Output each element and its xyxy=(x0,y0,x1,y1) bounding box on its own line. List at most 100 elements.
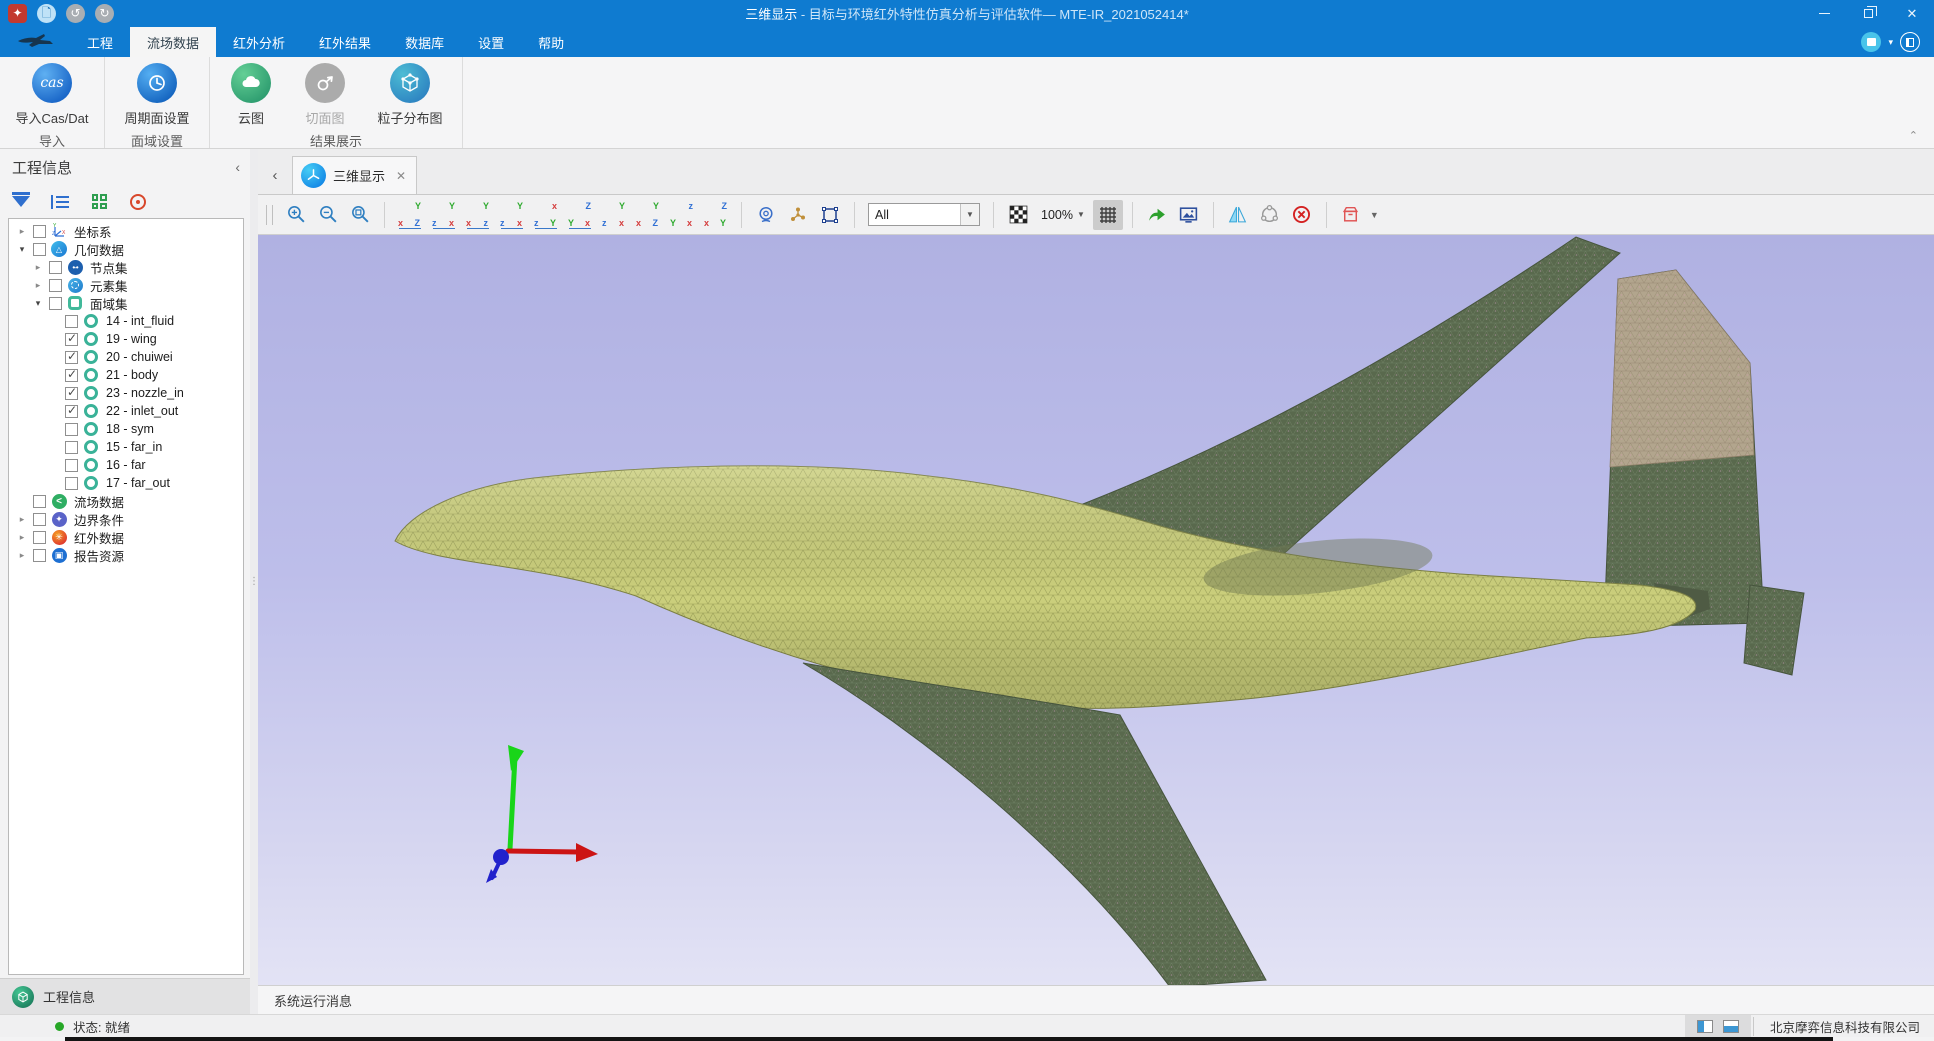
checkbox[interactable] xyxy=(49,261,62,274)
help-book-button[interactable] xyxy=(1900,32,1920,52)
expander-icon[interactable] xyxy=(15,244,29,255)
camera-probe-button[interactable] xyxy=(751,200,781,230)
zoom-in-button[interactable] xyxy=(281,200,311,230)
project-info-dock-button[interactable]: 工程信息 xyxy=(0,978,250,1014)
menu-item-engineering[interactable]: 工程 xyxy=(70,27,130,57)
checkbox[interactable] xyxy=(33,531,46,544)
particle-nodes-button[interactable] xyxy=(783,200,813,230)
tree-item-geometry-data[interactable]: △ 几何数据 xyxy=(9,240,243,258)
tree-item-surface[interactable]: 17 - far_out xyxy=(9,474,243,492)
view-orientation-button-5[interactable]: xzY xyxy=(533,201,559,229)
expander-icon[interactable] xyxy=(31,280,45,291)
minimize-button[interactable] xyxy=(1802,0,1846,27)
tree-item-flowfield-data[interactable]: < 流场数据 xyxy=(9,492,243,510)
checkbox[interactable] xyxy=(65,459,78,472)
expander-icon[interactable] xyxy=(15,226,29,237)
view-orientation-button-1[interactable]: YxZ xyxy=(397,201,423,229)
checkbox[interactable] xyxy=(33,225,46,238)
mesh-toggle-button[interactable] xyxy=(1093,200,1123,230)
menu-item-settings[interactable]: 设置 xyxy=(461,27,521,57)
slice-plot-button[interactable]: 切面图 xyxy=(288,63,362,127)
particle-distribution-button[interactable]: 粒子分布图 xyxy=(362,63,458,127)
tree-item-surface[interactable]: 15 - far_in xyxy=(9,438,243,456)
view-orientation-button-2[interactable]: Yzx xyxy=(431,201,457,229)
zoom-out-button[interactable] xyxy=(313,200,343,230)
contour-plot-button[interactable]: 云图 xyxy=(214,63,288,127)
checkbox[interactable] xyxy=(65,405,78,418)
checkbox[interactable] xyxy=(33,243,46,256)
view-orientation-button-8[interactable]: YxZ xyxy=(635,201,661,229)
share-arrow-button[interactable] xyxy=(1142,200,1172,230)
menu-item-help[interactable]: 帮助 xyxy=(521,27,581,57)
menu-item-database[interactable]: 数据库 xyxy=(388,27,461,57)
display-filter-select[interactable]: All ▼ xyxy=(868,203,980,226)
tree-item-surface[interactable]: 14 - int_fluid xyxy=(9,312,243,330)
tree-item-boundary-conditions[interactable]: ✦ 边界条件 xyxy=(9,510,243,528)
checkbox[interactable] xyxy=(49,297,62,310)
view-orientation-button-3[interactable]: Yxz xyxy=(465,201,491,229)
tree-item-surface[interactable]: 21 - body xyxy=(9,366,243,384)
tab-scroll-left-button[interactable]: ‹ xyxy=(258,156,292,194)
checkbox[interactable] xyxy=(33,549,46,562)
checkbox[interactable] xyxy=(33,513,46,526)
expander-icon[interactable] xyxy=(31,262,45,273)
transparency-button[interactable] xyxy=(1003,200,1033,230)
delete-button[interactable] xyxy=(1287,200,1317,230)
checkbox[interactable] xyxy=(65,315,78,328)
tree-item-surface[interactable]: 18 - sym xyxy=(9,420,243,438)
close-button[interactable]: ✕ xyxy=(1890,0,1934,27)
chevron-down-icon[interactable]: ▼ xyxy=(960,204,979,225)
tree-item-element-set[interactable]: 元素集 xyxy=(9,276,243,294)
zoom-level-select[interactable]: 100% ▼ xyxy=(1035,208,1091,222)
menu-item-infrared-analysis[interactable]: 红外分析 xyxy=(216,27,302,57)
tree-item-surface[interactable]: 22 - inlet_out xyxy=(9,402,243,420)
checkbox[interactable] xyxy=(65,477,78,490)
layout-toggle-bottom-panel[interactable] xyxy=(1723,1020,1739,1033)
import-cas-dat-button[interactable]: cas 导入Cas/Dat xyxy=(4,63,100,127)
tree-item-face-set[interactable]: 面域集 xyxy=(9,294,243,312)
viewport-3d[interactable] xyxy=(258,235,1934,985)
tab-3d-display[interactable]: 三维显示 ✕ xyxy=(292,156,417,194)
periodic-face-settings-button[interactable]: 周期面设置 xyxy=(109,63,205,127)
panel-splitter[interactable]: ⋮ xyxy=(250,149,258,1014)
view-orientation-button-4[interactable]: Yzx xyxy=(499,201,525,229)
grid-view-button[interactable] xyxy=(88,192,110,212)
zoom-fit-button[interactable] xyxy=(345,200,375,230)
collapse-ribbon-button[interactable]: ⌃ xyxy=(1909,129,1918,142)
checkbox[interactable] xyxy=(65,387,78,400)
expander-icon[interactable] xyxy=(15,550,29,561)
expander-icon[interactable] xyxy=(15,514,29,525)
app-icon[interactable]: ✦ xyxy=(8,4,27,23)
locate-button[interactable] xyxy=(127,192,149,212)
collapse-panel-button[interactable]: ‹ xyxy=(235,159,240,175)
expander-icon[interactable] xyxy=(31,298,45,309)
tree-item-node-set[interactable]: •-• 节点集 xyxy=(9,258,243,276)
box-select-button[interactable] xyxy=(815,200,845,230)
archive-box-button[interactable] xyxy=(1336,200,1366,230)
checkbox[interactable] xyxy=(65,441,78,454)
maximize-button[interactable] xyxy=(1846,0,1890,27)
redo-button[interactable]: ↻ xyxy=(95,4,114,23)
toolbar-grip[interactable] xyxy=(266,205,273,225)
new-document-button[interactable]: 🗋 xyxy=(37,4,56,23)
tree-item-coordinate-system[interactable]: YXZ 坐标系 xyxy=(9,222,243,240)
chevron-down-icon[interactable]: ▾ xyxy=(1888,37,1893,48)
view-orientation-button-9[interactable]: zYx xyxy=(669,201,695,229)
checkbox[interactable] xyxy=(33,495,46,508)
checkbox[interactable] xyxy=(65,333,78,346)
filter-button[interactable] xyxy=(10,192,32,212)
screenshot-button[interactable] xyxy=(1174,200,1204,230)
view-orientation-button-7[interactable]: Yzx xyxy=(601,201,627,229)
menu-item-flowfield-data[interactable]: 流场数据 xyxy=(130,27,216,57)
tree-item-report-resources[interactable]: ▣ 报告资源 xyxy=(9,546,243,564)
tree-item-surface[interactable]: 16 - far xyxy=(9,456,243,474)
layout-toggle-left-panel[interactable] xyxy=(1697,1020,1713,1033)
undo-button[interactable]: ↺ xyxy=(66,4,85,23)
tree-item-surface[interactable]: 23 - nozzle_in xyxy=(9,384,243,402)
tree-item-infrared-data[interactable]: ✳ 红外数据 xyxy=(9,528,243,546)
chevron-down-icon[interactable]: ▼ xyxy=(1370,210,1379,220)
view-orientation-button-6[interactable]: ZYx xyxy=(567,201,593,229)
orbit-nodes-button[interactable] xyxy=(1255,200,1285,230)
checkbox[interactable] xyxy=(65,423,78,436)
expander-icon[interactable] xyxy=(15,532,29,543)
